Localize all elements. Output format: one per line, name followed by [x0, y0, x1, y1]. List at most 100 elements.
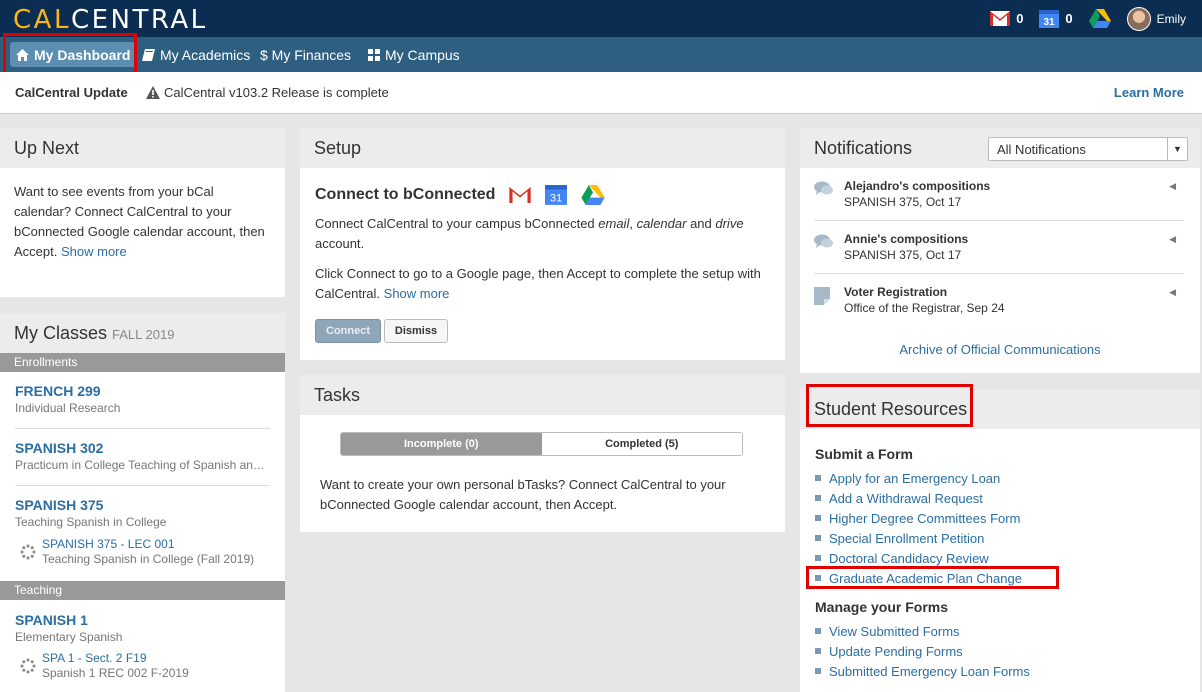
tab-completed[interactable]: Completed (5)	[541, 433, 742, 455]
setup-paragraph-1: Connect CalCentral to your campus bConne…	[315, 216, 744, 251]
class-link[interactable]: SPANISH 302	[15, 440, 270, 456]
spinner-icon	[20, 658, 36, 674]
my-classes-title: My Classes	[14, 323, 108, 343]
resource-link[interactable]: Higher Degree Committees Form	[815, 508, 1022, 528]
class-desc: Individual Research	[15, 401, 121, 415]
main-nav: My Dashboard My Academics $ My Finances …	[0, 37, 1202, 72]
nav-my-dashboard[interactable]: My Dashboard	[10, 42, 137, 67]
grid-icon	[368, 48, 380, 61]
home-icon	[16, 48, 29, 61]
notification-item[interactable]: Voter Registration Office of the Registr…	[814, 285, 1184, 315]
divider	[814, 273, 1184, 274]
tasks-text: Want to create your own personal bTasks?…	[320, 477, 726, 512]
archive-link[interactable]: Archive of Official Communications	[800, 342, 1200, 357]
gmail-count: 0	[1016, 11, 1024, 26]
student-resources-card: Student Resources Submit a Form Apply fo…	[800, 389, 1200, 692]
drive-badge[interactable]	[1088, 9, 1111, 28]
manage-forms-heading: Manage your Forms	[815, 599, 949, 615]
tab-incomplete[interactable]: Incomplete (0)	[341, 433, 542, 455]
expand-caret-icon: ◀	[1169, 287, 1176, 297]
nav-my-campus[interactable]: My Campus	[362, 42, 466, 67]
up-next-title: Up Next	[0, 128, 285, 168]
connect-heading: Connect to bConnected 31	[315, 185, 606, 205]
class-desc: Elementary Spanish	[15, 630, 123, 644]
section-item: SPA 1 - Sect. 2 F19 Spanish 1 REC 002 F-…	[20, 651, 189, 680]
section-link[interactable]: SPA 1 - Sect. 2 F19	[42, 651, 189, 665]
class-item: SPANISH 302 Practicum in College Teachin…	[15, 440, 270, 472]
notification-item[interactable]: Alejandro's compositions SPANISH 375, Oc…	[814, 179, 1184, 209]
setup-card: Setup Connect to bConnected 31 Connect C…	[300, 128, 785, 360]
user-menu[interactable]: Emily	[1126, 6, 1186, 31]
svg-text:31: 31	[550, 193, 562, 205]
manage-forms-list: View Submitted Forms Update Pending Form…	[815, 621, 1030, 681]
update-message: CalCentral v103.2 Release is complete	[146, 85, 389, 100]
enrollments-band: Enrollments	[0, 353, 285, 372]
up-next-card: Up Next Want to see events from your bCa…	[0, 128, 285, 297]
divider	[814, 220, 1184, 221]
class-item: SPANISH 375 Teaching Spanish in College	[15, 497, 270, 529]
notifications-filter-select[interactable]: All Notifications ▼	[988, 137, 1188, 161]
gmail-icon	[509, 187, 532, 203]
section-desc: Teaching Spanish in College (Fall 2019)	[42, 552, 255, 566]
class-link[interactable]: SPANISH 375	[15, 497, 270, 513]
google-drive-icon	[581, 185, 606, 205]
tasks-card: Tasks Incomplete (0) Completed (5) Want …	[300, 375, 785, 532]
resource-link[interactable]: Update Pending Forms	[815, 641, 1030, 661]
up-next-show-more[interactable]: Show more	[61, 244, 127, 259]
resource-link[interactable]: Graduate Academic Plan Change	[815, 568, 1022, 588]
my-classes-header: My Classes FALL 2019	[0, 313, 285, 353]
book-icon	[142, 48, 155, 61]
my-classes-card: My Classes FALL 2019 Enrollments FRENCH …	[0, 313, 285, 692]
class-link[interactable]: FRENCH 299	[15, 383, 270, 399]
class-link[interactable]: SPANISH 1	[15, 612, 270, 628]
user-name: Emily	[1156, 11, 1186, 26]
gmail-badge[interactable]: 0	[990, 11, 1023, 26]
warning-icon	[146, 86, 160, 99]
update-bar: CalCentral Update CalCentral v103.2 Rele…	[0, 72, 1202, 114]
notification-item[interactable]: Annie's compositions SPANISH 375, Oct 17…	[814, 232, 1184, 262]
learn-more-link[interactable]: Learn More	[1114, 85, 1184, 100]
resource-link[interactable]: Add a Withdrawal Request	[815, 488, 1022, 508]
setup-show-more[interactable]: Show more	[384, 286, 450, 301]
class-desc: Practicum in College Teaching of Spanish…	[15, 458, 270, 472]
resource-link[interactable]: Submitted Emergency Loan Forms	[815, 661, 1030, 681]
resource-link[interactable]: Special Enrollment Petition	[815, 528, 1022, 548]
up-next-text: Want to see events from your bCal calend…	[14, 184, 265, 259]
header-icons: 0 31 0 Emily	[990, 0, 1202, 37]
resource-link[interactable]: View Submitted Forms	[815, 621, 1030, 641]
dismiss-button[interactable]: Dismiss	[384, 319, 448, 343]
calcentral-logo[interactable]: CALCENTRAL	[13, 5, 208, 35]
notifications-card: Notifications All Notifications ▼ Alejan…	[800, 128, 1200, 373]
setup-title: Setup	[300, 128, 785, 168]
calendar-count: 0	[1065, 11, 1073, 26]
update-label: CalCentral Update	[15, 85, 128, 100]
class-item: FRENCH 299 Individual Research	[15, 383, 270, 415]
divider	[15, 485, 270, 486]
class-desc: Teaching Spanish in College	[15, 515, 167, 529]
nav-my-academics[interactable]: My Academics	[136, 42, 256, 67]
section-desc: Spanish 1 REC 002 F-2019	[42, 666, 189, 680]
tasks-title: Tasks	[300, 375, 785, 415]
divider	[15, 428, 270, 429]
resource-link[interactable]: Apply for an Emergency Loan	[815, 468, 1022, 488]
gmail-icon	[990, 11, 1011, 26]
expand-caret-icon: ◀	[1169, 234, 1176, 244]
section-link[interactable]: SPANISH 375 - LEC 001	[42, 537, 254, 551]
nav-my-finances[interactable]: $ My Finances	[254, 42, 357, 67]
tasks-tabs: Incomplete (0) Completed (5)	[340, 432, 743, 456]
section-item: SPANISH 375 - LEC 001 Teaching Spanish i…	[20, 537, 254, 566]
connect-button[interactable]: Connect	[315, 319, 381, 343]
calendar-badge[interactable]: 31 0	[1039, 9, 1073, 28]
submit-form-list: Apply for an Emergency Loan Add a Withdr…	[815, 468, 1022, 588]
google-calendar-icon: 31	[545, 185, 568, 205]
top-header: CALCENTRAL 0 31 0 Emily	[0, 0, 1202, 37]
google-drive-icon	[1088, 9, 1111, 28]
teaching-band: Teaching	[0, 581, 285, 600]
chevron-down-icon: ▼	[1167, 138, 1187, 160]
term-label: FALL 2019	[112, 327, 175, 342]
chat-icon	[814, 181, 833, 195]
chat-icon	[814, 234, 833, 248]
submit-form-heading: Submit a Form	[815, 446, 914, 462]
resource-link[interactable]: Doctoral Candidacy Review	[815, 548, 1022, 568]
connect-title: Connect to bConnected	[315, 186, 496, 203]
